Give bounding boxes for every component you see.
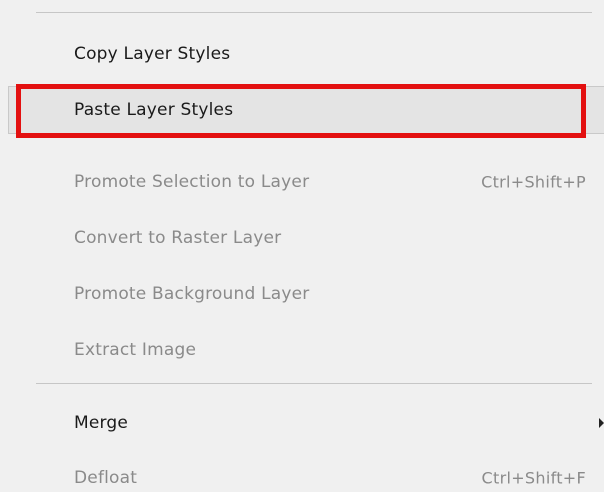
- menu-item-label: Promote Selection to Layer: [74, 172, 310, 192]
- menu-item-shortcut: Ctrl+Shift+P: [481, 172, 586, 192]
- menu-item-paste-layer-styles[interactable]: Paste Layer Styles: [0, 82, 604, 138]
- menu-item-label: Extract Image: [74, 340, 197, 360]
- menu-item-label: Promote Background Layer: [74, 284, 310, 304]
- menu-item-shortcut: Ctrl+Shift+F: [481, 468, 586, 488]
- menu-item-label: Copy Layer Styles: [74, 44, 231, 64]
- menu-item-merge[interactable]: Merge: [0, 395, 604, 451]
- menu-item-label: Convert to Raster Layer: [74, 228, 282, 248]
- menu-item-copy-layer-styles[interactable]: Copy Layer Styles: [0, 26, 604, 82]
- menu-item-defloat[interactable]: Defloat Ctrl+Shift+F: [0, 450, 604, 492]
- menu-separator-top: [36, 12, 592, 13]
- menu-item-extract-image[interactable]: Extract Image: [0, 322, 604, 378]
- menu-item-promote-selection-to-layer[interactable]: Promote Selection to Layer Ctrl+Shift+P: [0, 154, 604, 210]
- context-menu: Copy Layer Styles Paste Layer Styles Pro…: [0, 0, 604, 492]
- menu-separator: [36, 383, 592, 384]
- menu-item-label: Merge: [74, 413, 129, 433]
- menu-item-convert-to-raster-layer[interactable]: Convert to Raster Layer: [0, 210, 604, 266]
- menu-item-promote-background-layer[interactable]: Promote Background Layer: [0, 266, 604, 322]
- chevron-right-icon: [599, 418, 604, 428]
- menu-item-label: Defloat: [74, 468, 138, 488]
- menu-item-label: Paste Layer Styles: [74, 100, 234, 120]
